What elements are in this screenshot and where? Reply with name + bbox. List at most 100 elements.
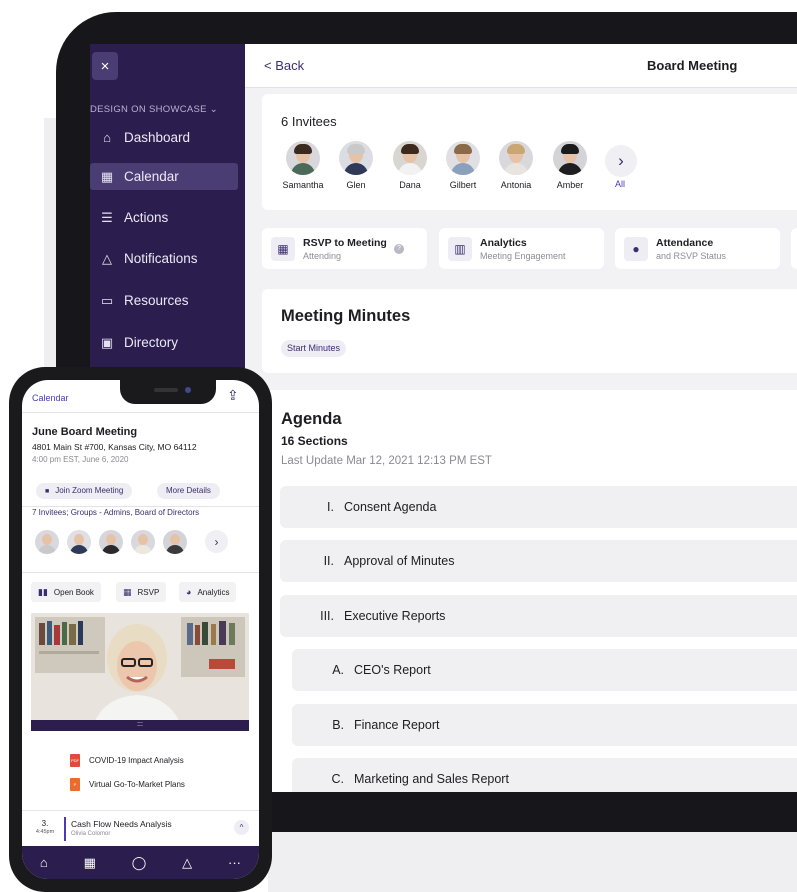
phone-invitee-avatar[interactable] [163, 530, 187, 554]
phone-meeting-address: 4801 Main St #700, Kansas City, MO 64112 [32, 442, 197, 452]
rsvp-icon: ▦ [123, 586, 132, 597]
calendar-icon: ▦ [100, 168, 114, 184]
phone-invitees-next-button[interactable]: › [205, 530, 228, 553]
share-icon[interactable]: ⇪ [227, 387, 239, 404]
chevron-up-icon[interactable]: ^ [234, 820, 249, 835]
join-zoom-button[interactable]: ■ Join Zoom Meeting [36, 483, 133, 499]
invitee-avatar[interactable] [339, 141, 373, 175]
more-details-button[interactable]: More Details [157, 483, 220, 499]
folder-icon: ▭ [100, 292, 114, 308]
phone-invitee-avatar[interactable] [67, 530, 91, 554]
agenda-row[interactable]: B. Finance Report [292, 704, 797, 746]
agenda-row[interactable]: II. Approval of Minutes [280, 540, 797, 582]
tablet-header: < Back Board Meeting [245, 44, 797, 88]
agenda-row[interactable]: A. CEO's Report [292, 649, 797, 691]
book-icon: ▮▮ [38, 586, 48, 597]
invitee-avatar[interactable] [499, 141, 533, 175]
video-drag-handle[interactable]: ::: [31, 720, 249, 731]
quick-action-analytics[interactable]: ▥ Analytics Meeting Engagement [439, 228, 604, 269]
quick-action-attendance[interactable]: ● Attendance and RSVP Status [615, 228, 780, 269]
agenda-item-presenter: Olivia Colomor [71, 831, 111, 837]
phone-invitee-avatar[interactable] [131, 530, 155, 554]
phone-open-book-button[interactable]: ▮▮ Open Book [31, 582, 101, 602]
agenda-title: Agenda [281, 410, 342, 428]
calendar-nav-icon[interactable]: ▦ [84, 855, 96, 871]
help-icon[interactable]: ? [394, 244, 404, 254]
quick-action-rsvp-to-meeting[interactable]: ▦ RSVP to Meeting Attending? [262, 228, 427, 269]
agenda-row-number: II. [323, 554, 334, 568]
home-icon: ⌂ [103, 130, 111, 145]
agenda-item-accent [64, 817, 66, 841]
sidebar-item-calendar[interactable]: ▦ Calendar [90, 163, 238, 190]
sidebar-item-label: Actions [124, 210, 169, 225]
page-title: Board Meeting [647, 58, 738, 73]
actions-icon: ☰ [101, 209, 113, 225]
organization-switcher[interactable]: DESIGN ON SHOWCASE ⌄ [90, 104, 218, 115]
chat-nav-icon[interactable]: ◯ [132, 855, 147, 871]
invitees-next-button[interactable]: › [605, 145, 637, 177]
phone-bottom-nav: ⌂ ▦ ◯ △ ··· [22, 846, 259, 879]
start-minutes-button[interactable]: Start Minutes [281, 340, 347, 357]
document-name: Virtual Go-To-Market Plans [89, 780, 185, 789]
divider [22, 412, 259, 413]
phone-analytics-button[interactable]: ◕ Analytics [179, 582, 237, 602]
invitee-name: Glen [346, 180, 366, 190]
invitee-avatar[interactable] [446, 141, 480, 175]
phone-rsvp-button[interactable]: ▦ RSVP [116, 582, 167, 602]
phone-invitees-text[interactable]: 7 Invitees; Groups - Admins, Board of Di… [32, 508, 199, 517]
document-name: COVID-19 Impact Analysis [89, 756, 184, 765]
rsvp-calendar-icon: ▦ [271, 237, 295, 261]
warning-icon: △ [102, 250, 112, 266]
phone-agenda-item[interactable]: 3. 4:45pm Cash Flow Needs Analysis Olivia… [22, 810, 259, 846]
agenda-row[interactable]: I. Consent Agenda [280, 486, 797, 528]
invitee-name: Gilbert [449, 180, 477, 190]
agenda-row-number: I. [327, 500, 334, 514]
sidebar-item-actions[interactable]: ☰ Actions [90, 204, 238, 231]
close-sidebar-button[interactable]: × [92, 52, 118, 80]
phone-device: Calendar ⇪ June Board Meeting 4801 Main … [9, 367, 272, 892]
phone-invitee-avatar[interactable] [99, 530, 123, 554]
agenda-row[interactable]: III. Executive Reports [280, 595, 797, 637]
agenda-row[interactable]: C. Marketing and Sales Report [292, 758, 797, 792]
invitees-all-link[interactable]: All [615, 179, 625, 189]
analytics-icon: ▥ [448, 237, 472, 261]
invitee-name: Antonia [500, 180, 532, 190]
sidebar-item-label: Calendar [124, 169, 179, 184]
sidebar-item-directory[interactable]: ▣ Directory [90, 329, 238, 356]
presentation-file-icon: P [70, 778, 80, 791]
agenda-row-label: Finance Report [354, 718, 440, 732]
agenda-row-label: CEO's Report [354, 663, 431, 677]
attendance-icon: ● [624, 237, 648, 261]
sidebar-item-label: Resources [124, 293, 189, 308]
document-link[interactable]: P Virtual Go-To-Market Plans [70, 778, 185, 791]
agenda-row-number: III. [320, 609, 334, 623]
invitee-name: Dana [399, 180, 421, 190]
back-button[interactable]: < Back [264, 58, 304, 73]
quick-action-partial[interactable] [791, 228, 797, 269]
home-nav-icon[interactable]: ⌂ [40, 855, 48, 870]
alert-nav-icon[interactable]: △ [182, 855, 192, 871]
invitee-avatar[interactable] [553, 141, 587, 175]
video-call-frame[interactable] [31, 613, 249, 731]
invitee-avatar[interactable] [393, 141, 427, 175]
meeting-minutes-card: Meeting Minutes Start Minutes [262, 289, 797, 373]
phone-screen: Calendar ⇪ June Board Meeting 4801 Main … [22, 380, 259, 879]
phone-back-calendar[interactable]: Calendar [32, 393, 69, 403]
pdf-file-icon: PDF [70, 754, 80, 767]
sidebar-item-dashboard[interactable]: ⌂ Dashboard [90, 124, 238, 151]
quick-action-title: Analytics [480, 237, 527, 249]
video-participant-image [31, 613, 249, 731]
document-link[interactable]: PDF COVID-19 Impact Analysis [70, 754, 184, 767]
phone-invitee-avatar[interactable] [35, 530, 59, 554]
more-nav-icon[interactable]: ··· [228, 855, 241, 870]
sidebar-item-resources[interactable]: ▭ Resources [90, 287, 238, 314]
invitees-card: 6 Invitees Samantha Glen Dana Gilbert Antoni… [262, 94, 797, 210]
invitee-name: Amber [556, 180, 584, 190]
phone-meeting-time: 4:00 pm EST, June 6, 2020 [32, 455, 129, 464]
phone-button-label: Open Book [53, 587, 94, 597]
meeting-minutes-title: Meeting Minutes [281, 307, 411, 325]
phone-notch [120, 380, 216, 404]
divider [22, 572, 259, 573]
invitee-avatar[interactable] [286, 141, 320, 175]
sidebar-item-notifications[interactable]: △ Notifications [90, 245, 238, 272]
